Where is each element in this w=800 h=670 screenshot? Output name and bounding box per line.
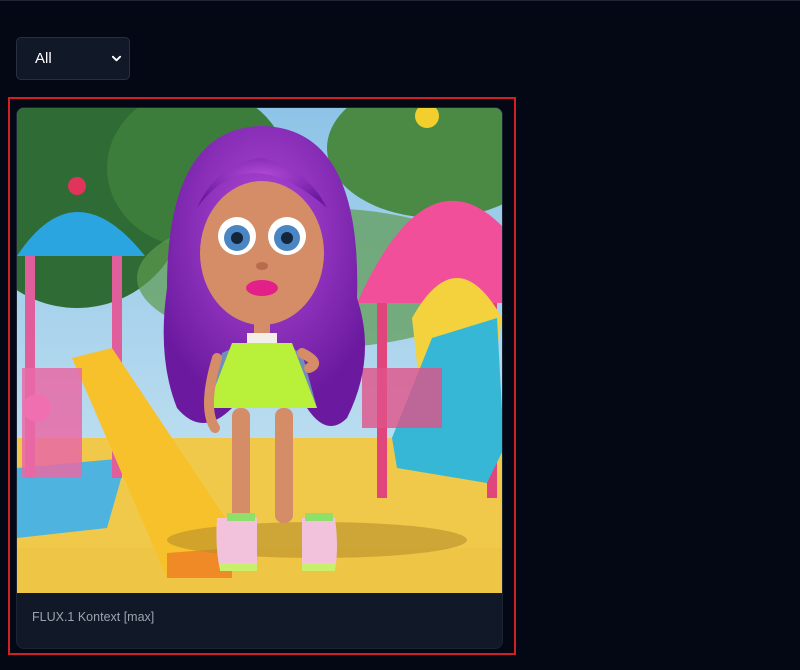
image-caption: FLUX.1 Kontext [max] (32, 610, 155, 624)
filter-selected-value: All (35, 50, 52, 67)
gallery-card[interactable]: FLUX.1 Kontext [max] (16, 107, 503, 649)
top-divider (0, 0, 800, 1)
generated-image[interactable] (17, 108, 503, 593)
chevron-down-icon (111, 55, 122, 62)
model-filter-select[interactable]: All (16, 37, 130, 80)
